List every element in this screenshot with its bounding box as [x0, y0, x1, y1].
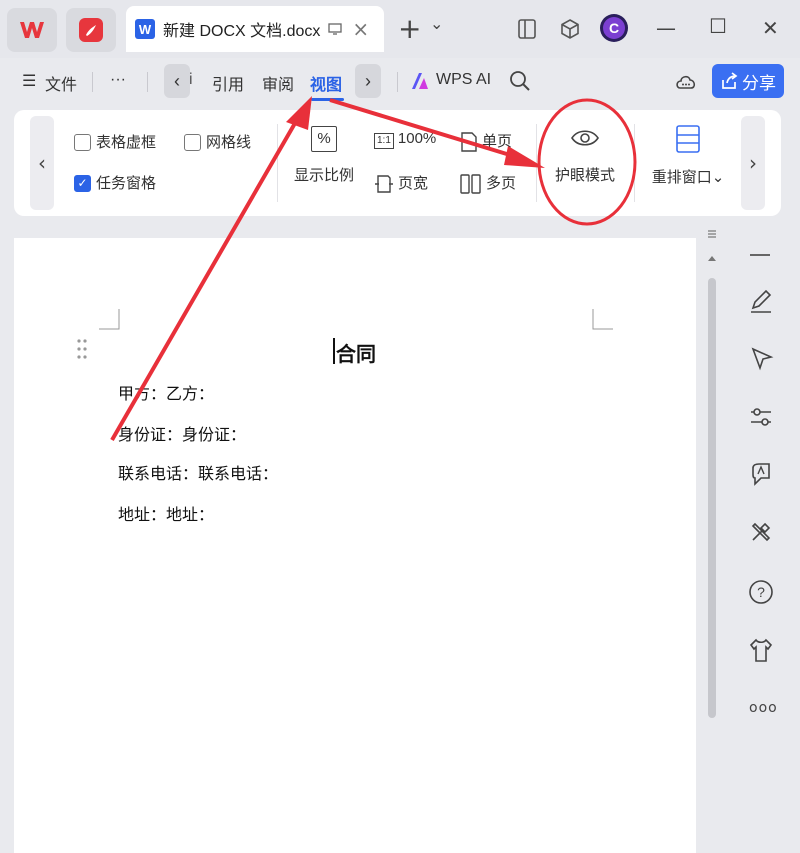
- annotation-arrow-line: [110, 116, 300, 442]
- annotation-circle: [537, 98, 637, 226]
- annotation-arrowhead: [286, 96, 312, 130]
- annotation-overlay: [110, 96, 637, 442]
- annotation-arrow-line: [329, 98, 511, 157]
